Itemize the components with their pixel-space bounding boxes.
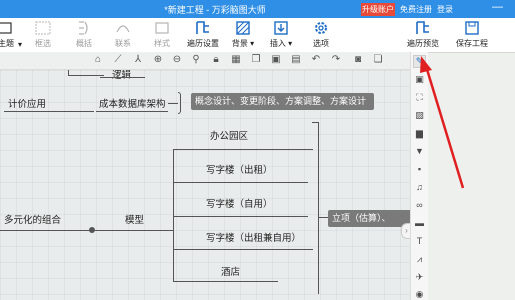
gear-icon: [315, 22, 327, 34]
node-hotel[interactable]: 酒店: [221, 264, 240, 278]
folder-icon[interactable]: ▬: [414, 218, 425, 229]
ribbon-toolbar: 主题 ▾ 框选 概括 联系 样式 遍历设置 背景 ▾ 插入 ▾ 选项 遍历预览: [0, 18, 515, 53]
branch-icon[interactable]: ⅄: [132, 54, 144, 66]
paste-icon[interactable]: ▣: [270, 54, 282, 66]
node-office-park[interactable]: 办公园区: [210, 128, 248, 142]
insert-icon: [274, 21, 288, 35]
node-cost-database[interactable]: 成本数据库架构: [99, 96, 166, 110]
traverse-settings-button[interactable]: 遍历设置: [186, 20, 220, 50]
theme-icon: [0, 22, 12, 34]
insert-button[interactable]: 插入 ▾: [267, 20, 295, 50]
connector: [173, 249, 313, 250]
delete-icon[interactable]: ▤: [290, 54, 302, 66]
theme-dropdown-arrow[interactable]: ▾: [14, 20, 26, 50]
fit-screen-icon[interactable]: ⛶: [414, 92, 425, 103]
connector: [68, 75, 104, 76]
pen-icon[interactable]: ▨: [414, 110, 425, 121]
note-design-stages[interactable]: 概念设计、变更阶段、方案调整、方案设计: [191, 93, 374, 110]
connector: [173, 149, 313, 150]
connector: [173, 182, 308, 183]
save-icon: [465, 21, 479, 35]
node-model[interactable]: 模型: [125, 212, 144, 226]
music-icon[interactable]: ♫: [414, 182, 425, 193]
arrange-icon[interactable]: ⟋: [112, 54, 124, 66]
chart-icon[interactable]: ⩘: [414, 254, 425, 265]
connector: [173, 281, 278, 282]
connector: [173, 216, 308, 217]
register-link[interactable]: 免费注册: [400, 4, 432, 15]
traverse-settings-icon: [196, 21, 209, 34]
traverse-preview-button[interactable]: 遍历预览: [406, 20, 440, 50]
comment-icon[interactable]: ▆: [414, 128, 425, 139]
summary-icon: [79, 21, 88, 35]
node-pricing-application[interactable]: 计价应用: [8, 96, 46, 110]
style-button[interactable]: 样式: [150, 20, 174, 50]
node-office-mixed[interactable]: 写字楼（出租兼自用）: [206, 230, 301, 244]
compass-icon[interactable]: ◉: [414, 289, 425, 300]
grid-icon[interactable]: ▦: [230, 54, 242, 66]
upgrade-account-button[interactable]: 升级账户: [361, 3, 395, 16]
window-icon[interactable]: ❏: [372, 54, 384, 66]
connector: [4, 111, 64, 112]
style-icon: [155, 22, 169, 34]
note-project-estimate[interactable]: 立项（估算）、: [328, 210, 410, 227]
bracket: [178, 92, 181, 114]
zoom-in-icon[interactable]: ⊕: [152, 54, 164, 66]
lock-icon[interactable]: 🔒︎: [210, 54, 222, 66]
shirt-icon[interactable]: ▼: [414, 146, 425, 157]
link-icon[interactable]: ∞: [414, 200, 425, 211]
side-panel: ✎ ▣ ⛶ ▨ ▆ ▼ ▪ ♫ ∞ ▬ T ⩘ ✈ ◉: [410, 52, 428, 300]
play-icon[interactable]: ▪: [414, 164, 425, 175]
relation-icon: [116, 25, 130, 33]
save-project-button[interactable]: 保存工程: [452, 20, 492, 50]
options-button[interactable]: 选项: [307, 20, 335, 50]
connector: [318, 217, 328, 218]
connector: [100, 77, 145, 78]
frame-icon: [35, 21, 51, 35]
traverse-preview-icon: [416, 21, 429, 34]
search-icon[interactable]: ⚲: [190, 54, 202, 66]
login-link[interactable]: 登录: [437, 4, 453, 15]
connector: [318, 122, 319, 294]
text-icon[interactable]: T: [414, 236, 425, 247]
connector: [96, 111, 168, 112]
relation-button[interactable]: 联系: [111, 20, 135, 50]
node-diversified-combination[interactable]: 多元化的组合: [4, 212, 61, 226]
canvas-toolbar: ⌂ ⟋ ⅄ ⊕ ⊖ ⚲ 🔒︎ ▦ ❐ ▣ ▤ ↶ ↷ ◙ ❏: [0, 52, 410, 70]
background-icon: [236, 21, 250, 35]
background-button[interactable]: 背景 ▾: [229, 20, 257, 50]
title-bar: *新建工程 - 万彩脑图大师 升级账户 免费注册 登录 —: [0, 0, 515, 18]
undo-icon[interactable]: ↶: [310, 54, 322, 66]
connector: [168, 103, 178, 104]
copy-icon[interactable]: ❐: [250, 54, 262, 66]
node-office-rent[interactable]: 写字楼（出租）: [206, 162, 273, 176]
mind-map-canvas[interactable]: 逻辑 计价应用 成本数据库架构 概念设计、变更阶段、方案调整、方案设计 办公园区…: [0, 70, 410, 300]
camera-icon[interactable]: ◙: [352, 54, 364, 66]
edit-icon[interactable]: ✎: [413, 55, 426, 68]
panel-toggle-handle[interactable]: ›: [401, 223, 410, 239]
connector: [0, 230, 90, 231]
image-icon[interactable]: ▣: [414, 74, 425, 85]
connector: [64, 111, 94, 112]
summary-button[interactable]: 概括: [72, 20, 96, 50]
redo-icon[interactable]: ↷: [330, 54, 342, 66]
zoom-out-icon[interactable]: ⊖: [171, 54, 183, 66]
connector: [312, 122, 319, 123]
plane-icon[interactable]: ✈: [414, 272, 425, 283]
home-icon[interactable]: ⌂: [92, 54, 104, 66]
node-office-self[interactable]: 写字楼（自用）: [206, 196, 273, 210]
frame-button[interactable]: 框选: [31, 20, 55, 50]
node-logic[interactable]: 逻辑: [112, 70, 131, 81]
connector: [173, 149, 174, 282]
connector: [95, 230, 173, 231]
minimize-button[interactable]: —: [492, 1, 503, 13]
